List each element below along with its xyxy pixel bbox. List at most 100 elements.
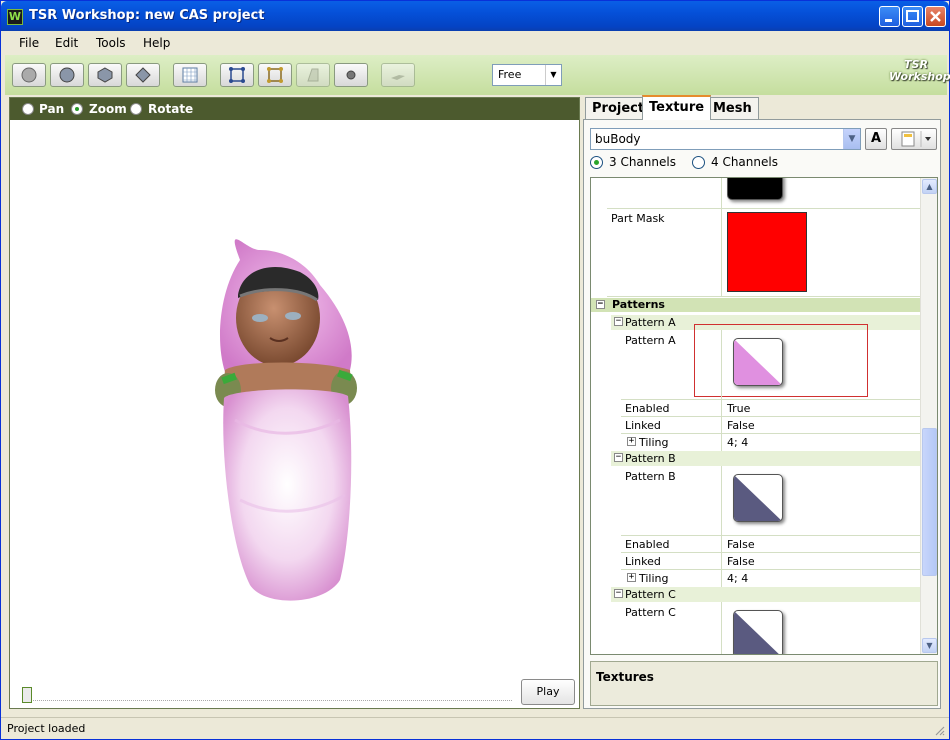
menu-tools[interactable]: Tools	[96, 36, 126, 50]
shadow-button[interactable]	[381, 63, 415, 87]
property-grid: Part Mask − Patterns − Pattern A Pattern…	[590, 177, 938, 655]
linked-value[interactable]: False	[727, 555, 755, 568]
viewport-mode-bar: Pan Zoom Rotate	[10, 98, 579, 120]
expand-icon[interactable]: +	[627, 573, 636, 582]
scroll-up-icon[interactable]: ▲	[922, 179, 937, 194]
app-window: W TSR Workshop: new CAS project File Edi…	[0, 0, 950, 740]
previous-mask-swatch[interactable]	[727, 178, 783, 200]
window-title: TSR Workshop: new CAS project	[29, 8, 265, 23]
resize-grip-icon[interactable]	[933, 724, 945, 736]
light-button[interactable]	[334, 63, 368, 87]
tab-texture[interactable]: Texture	[642, 95, 712, 120]
menu-help[interactable]: Help	[143, 36, 170, 50]
shading-flat-button[interactable]	[12, 63, 46, 87]
grid-divider	[621, 552, 921, 553]
expand-icon[interactable]: +	[627, 437, 636, 446]
tab-mesh[interactable]: Mesh	[706, 97, 759, 120]
linked-value[interactable]: False	[727, 419, 755, 432]
tsr-logo: TSR Workshop	[889, 59, 950, 93]
linked-label: Linked	[625, 555, 661, 568]
pan-radio[interactable]	[22, 103, 34, 115]
linked-label: Linked	[625, 419, 661, 432]
enabled-value[interactable]: True	[727, 402, 750, 415]
grid-divider	[607, 296, 921, 297]
shadow-icon	[391, 75, 405, 80]
maximize-button[interactable]	[902, 6, 923, 27]
alpha-button[interactable]: A	[865, 128, 887, 150]
enabled-label: Enabled	[625, 402, 670, 415]
maximize-icon	[906, 10, 919, 22]
tiling-label: Tiling	[639, 572, 669, 585]
zoom-label: Zoom	[89, 102, 127, 116]
import-texture-button[interactable]	[891, 128, 937, 150]
rotate-label: Rotate	[148, 102, 194, 116]
sphere-smooth-icon	[59, 67, 75, 83]
floor-icon	[307, 68, 319, 82]
pattern-b-label: Pattern B	[625, 470, 676, 483]
pattern-c-swatch[interactable]	[733, 610, 783, 654]
app-icon: W	[7, 9, 23, 25]
grid-divider	[621, 569, 921, 570]
part-mask-label: Part Mask	[611, 212, 665, 225]
4-channels-radio[interactable]	[692, 156, 705, 169]
collapse-icon[interactable]: −	[596, 300, 605, 309]
mesh-cube-button[interactable]	[220, 63, 254, 87]
grid-divider	[607, 208, 921, 209]
3d-viewport: Pan Zoom Rotate Play	[9, 97, 580, 709]
collapse-icon[interactable]: −	[614, 453, 623, 462]
property-grid-scrollbar[interactable]: ▲ ▼	[920, 178, 937, 654]
shading-smooth-button[interactable]	[50, 63, 84, 87]
animation-timeline[interactable]	[22, 687, 512, 703]
close-icon	[930, 11, 941, 22]
shading-diamond-button[interactable]	[126, 63, 160, 87]
grid-column-divider	[721, 602, 722, 654]
tiling-label: Tiling	[639, 436, 669, 449]
pattern-b-swatch[interactable]	[733, 474, 783, 522]
camera-mode-select[interactable]: Free ▼	[492, 64, 562, 86]
pattern-b-header[interactable]: − Pattern B	[611, 451, 921, 466]
pattern-c-header[interactable]: − Pattern C	[611, 587, 921, 602]
grid-view-button[interactable]	[173, 63, 207, 87]
3-channels-radio[interactable]	[590, 156, 603, 169]
play-button[interactable]: Play	[521, 679, 575, 705]
baby-model-render	[215, 239, 357, 601]
render-canvas[interactable]	[10, 120, 579, 680]
bones-icon	[267, 67, 283, 83]
grid-column-divider	[721, 330, 722, 464]
menu-file[interactable]: File	[19, 36, 39, 50]
scroll-down-icon[interactable]: ▼	[922, 638, 937, 653]
diamond-icon	[135, 67, 151, 83]
pan-label: Pan	[39, 102, 65, 116]
status-text: Project loaded	[7, 722, 86, 735]
zoom-radio[interactable]	[71, 103, 83, 115]
enabled-value[interactable]: False	[727, 538, 755, 551]
scroll-thumb[interactable]	[922, 428, 937, 576]
rotate-radio[interactable]	[130, 103, 142, 115]
tiling-value[interactable]: 4; 4	[727, 436, 748, 449]
texture-tab-body: buBody ▼ A 3 Channels 4 Channels Part Ma…	[583, 119, 941, 709]
floor-button[interactable]	[296, 63, 330, 87]
texture-select[interactable]: buBody ▼	[590, 128, 861, 150]
document-icon	[901, 131, 931, 147]
part-mask-swatch[interactable]	[727, 212, 807, 292]
help-title: Textures	[596, 670, 654, 684]
enabled-label: Enabled	[625, 538, 670, 551]
pattern-a-header-label: Pattern A	[625, 316, 676, 329]
patterns-category[interactable]: − Patterns	[591, 298, 921, 312]
title-bar: W TSR Workshop: new CAS project	[1, 1, 949, 31]
shading-hex-button[interactable]	[88, 63, 122, 87]
menu-bar: File Edit Tools Help	[5, 32, 947, 54]
minimize-button[interactable]	[879, 6, 900, 27]
tiling-value[interactable]: 4; 4	[727, 572, 748, 585]
collapse-icon[interactable]: −	[614, 589, 623, 598]
grid-icon	[182, 67, 198, 83]
pattern-c-label: Pattern C	[625, 606, 676, 619]
close-button[interactable]	[925, 6, 946, 27]
grid-divider	[621, 399, 921, 400]
menu-edit[interactable]: Edit	[55, 36, 78, 50]
properties-panel: Project Texture Mesh buBody ▼ A 3 Channe…	[583, 95, 945, 709]
collapse-icon[interactable]: −	[614, 317, 623, 326]
timeline-thumb[interactable]	[22, 687, 32, 703]
chevron-down-icon: ▼	[843, 129, 860, 149]
bones-button[interactable]	[258, 63, 292, 87]
